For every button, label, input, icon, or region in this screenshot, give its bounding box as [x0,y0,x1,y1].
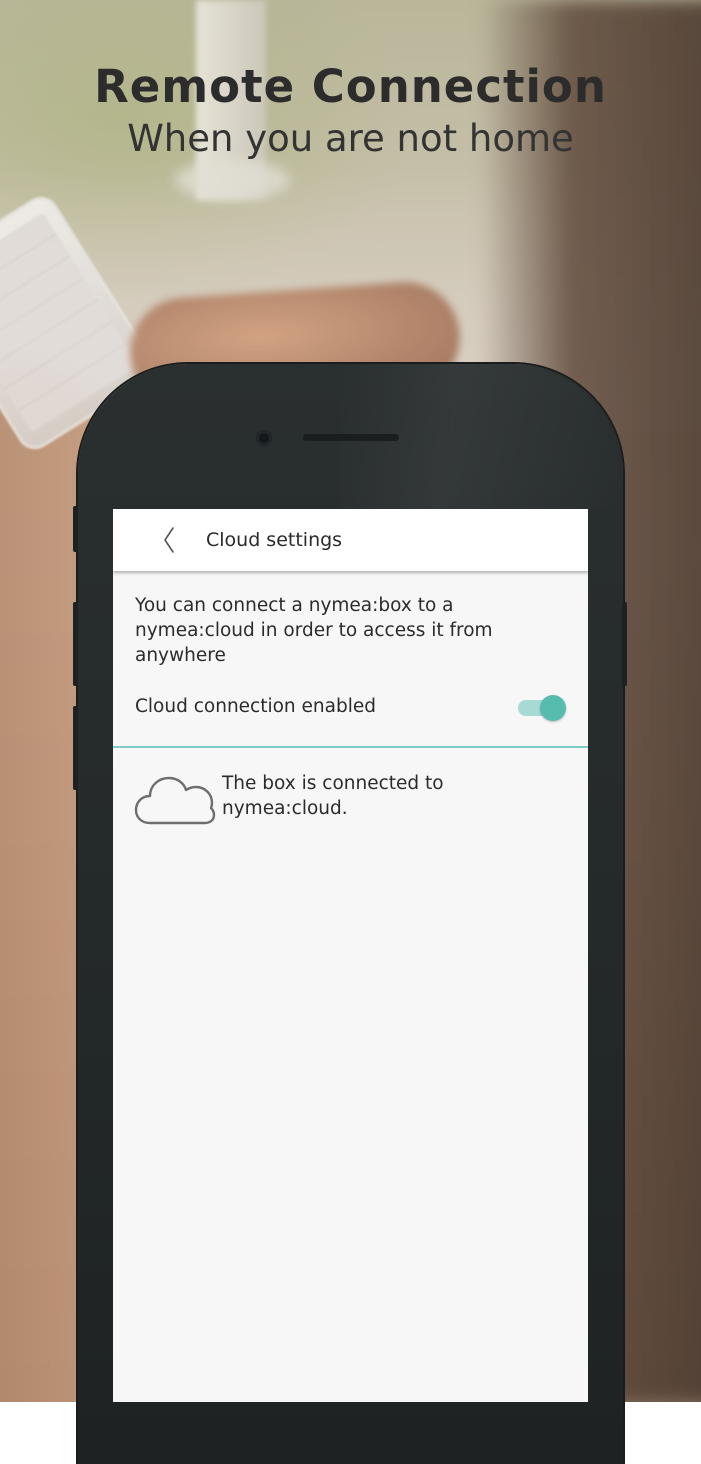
phone-mute-button [73,506,78,552]
promo-headline: Remote Connection When you are not home [0,58,701,162]
app-screen: Cloud settings You can connect a nymea:b… [113,509,588,1402]
cloud-connection-toggle[interactable] [516,694,568,722]
phone-camera [256,430,272,446]
section-divider [113,746,588,748]
promo-title: Remote Connection [94,60,607,113]
page-title: Cloud settings [206,529,343,551]
chevron-left-icon [162,526,176,554]
cloud-connection-label: Cloud connection enabled [135,696,376,717]
connection-status-text: The box is connected to nymea:cloud. [222,773,444,819]
phone-speaker [303,434,399,441]
app-header: Cloud settings [113,509,588,571]
cloud-description: You can connect a nymea:box to a nymea:c… [135,595,493,666]
phone-volume-up-button [73,602,78,686]
cloud-connection-row[interactable]: Cloud connection enabled [113,684,588,748]
promo-subtitle: When you are not home [127,117,574,160]
toggle-knob [540,695,566,721]
phone-volume-down-button [73,706,78,790]
connection-status-row: The box is connected to nymea:cloud. [113,765,588,835]
cloud-icon [134,767,216,827]
phone-power-button [622,602,627,686]
back-button[interactable] [153,523,185,557]
